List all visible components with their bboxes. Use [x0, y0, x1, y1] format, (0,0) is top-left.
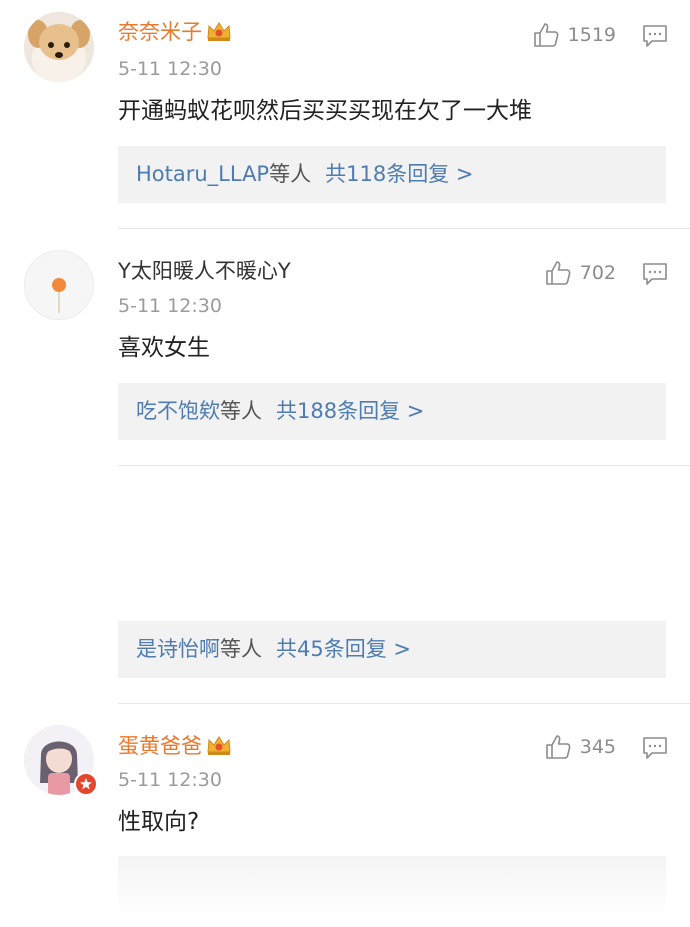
thumbs-up-icon: [533, 23, 559, 47]
comment-reply-icon[interactable]: [642, 262, 668, 286]
thumbs-up-icon: [545, 261, 571, 285]
reply-users: Hotaru_LLAP: [136, 162, 270, 186]
verified-badge-icon: [74, 772, 98, 796]
vip-crown-icon: [207, 736, 231, 755]
reply-users: 是诗怡啊: [136, 637, 220, 661]
reply-users: 吃不饱欸: [136, 399, 220, 423]
like-button[interactable]: 702: [544, 259, 616, 287]
comment-reply-icon[interactable]: [642, 736, 668, 760]
comment-text: 开通蚂蚁花呗然后买买买现在欠了一大堆: [118, 98, 532, 124]
username[interactable]: Y太阳暖人不暖心Y: [118, 259, 291, 283]
replies-link[interactable]: Hotaru_LLAP等人 共118条回复 >: [118, 146, 666, 203]
avatar[interactable]: [24, 12, 94, 82]
reply-count: 共188条回复 >: [276, 399, 425, 423]
avatar[interactable]: [24, 725, 98, 796]
like-count: 1519: [567, 24, 616, 46]
avatar[interactable]: [24, 250, 94, 320]
reply-count: 共118条回复 >: [325, 162, 474, 186]
replies-placeholder: [118, 856, 666, 916]
reply-others: 等人: [220, 399, 262, 423]
divider: [118, 703, 690, 704]
like-button[interactable]: 1519: [532, 21, 616, 49]
like-button[interactable]: 345: [544, 733, 616, 761]
reply-others: 等人: [220, 637, 262, 661]
comment-text: 性取向?: [118, 809, 200, 835]
comment-text: 喜欢女生: [118, 335, 210, 361]
comment-time: 5-11 12:30: [118, 58, 222, 80]
reply-others: 等人: [269, 162, 312, 186]
divider: [118, 228, 690, 229]
thumbs-up-icon: [545, 735, 571, 759]
vip-crown-icon: [207, 22, 231, 41]
like-count: 345: [579, 736, 616, 758]
like-count: 702: [579, 262, 616, 284]
comment-time: 5-11 12:30: [118, 295, 222, 317]
username[interactable]: 奈奈米子: [118, 20, 202, 44]
reply-count: 共45条回复 >: [276, 637, 411, 661]
divider: [118, 465, 690, 466]
username[interactable]: 蛋黄爸爸: [118, 734, 202, 758]
replies-link[interactable]: 是诗怡啊等人 共45条回复 >: [118, 621, 666, 678]
comment-reply-icon[interactable]: [642, 24, 668, 48]
replies-link[interactable]: 吃不饱欸等人 共188条回复 >: [118, 383, 666, 440]
comment-time: 5-11 12:30: [118, 769, 222, 791]
